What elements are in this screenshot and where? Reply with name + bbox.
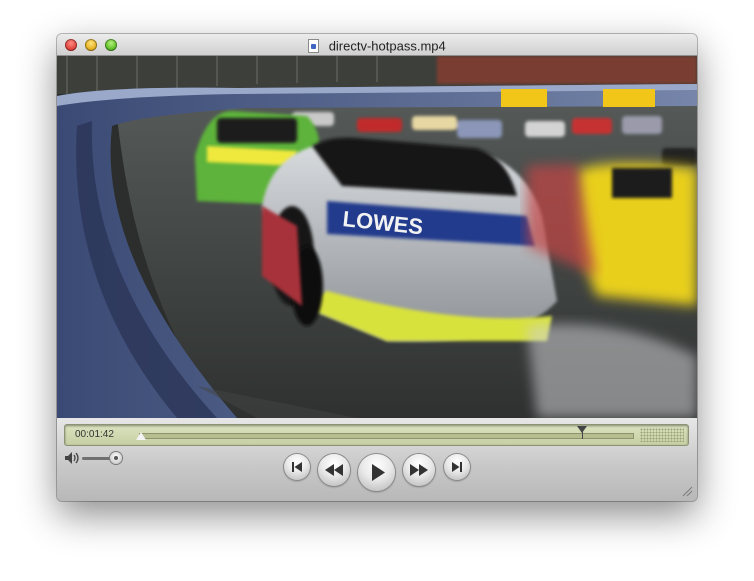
resize-grip-icon[interactable]: [681, 485, 693, 497]
rewind-icon: [325, 464, 343, 476]
rewind-button[interactable]: [318, 454, 350, 486]
video-frame[interactable]: LOWES: [57, 56, 697, 418]
playhead[interactable]: [136, 432, 146, 440]
lcd-grip-pattern: [640, 428, 684, 442]
window-title-area: directv-hotpass.mp4: [57, 37, 697, 53]
movie-document-icon: [308, 38, 320, 53]
selection-end-marker-line: [582, 431, 583, 439]
next-chapter-button[interactable]: [444, 454, 470, 480]
window-title: directv-hotpass.mp4: [328, 38, 446, 54]
title-bar[interactable]: directv-hotpass.mp4: [57, 34, 697, 56]
speaker-icon[interactable]: [64, 451, 82, 465]
fast-forward-icon: [410, 464, 428, 476]
play-icon: [372, 464, 385, 481]
skip-back-icon: [292, 462, 302, 472]
current-time: 00:01:42: [75, 429, 114, 440]
skip-forward-icon: [452, 462, 462, 472]
fast-forward-button[interactable]: [403, 454, 435, 486]
lcd-display: 00:01:42: [64, 424, 689, 446]
play-button[interactable]: [358, 454, 395, 491]
timeline-scrubber[interactable]: [139, 433, 634, 439]
previous-chapter-button[interactable]: [284, 454, 310, 480]
volume-knob[interactable]: [110, 452, 122, 464]
player-window: directv-hotpass.mp4 LOWES 00:01:42: [57, 34, 697, 501]
